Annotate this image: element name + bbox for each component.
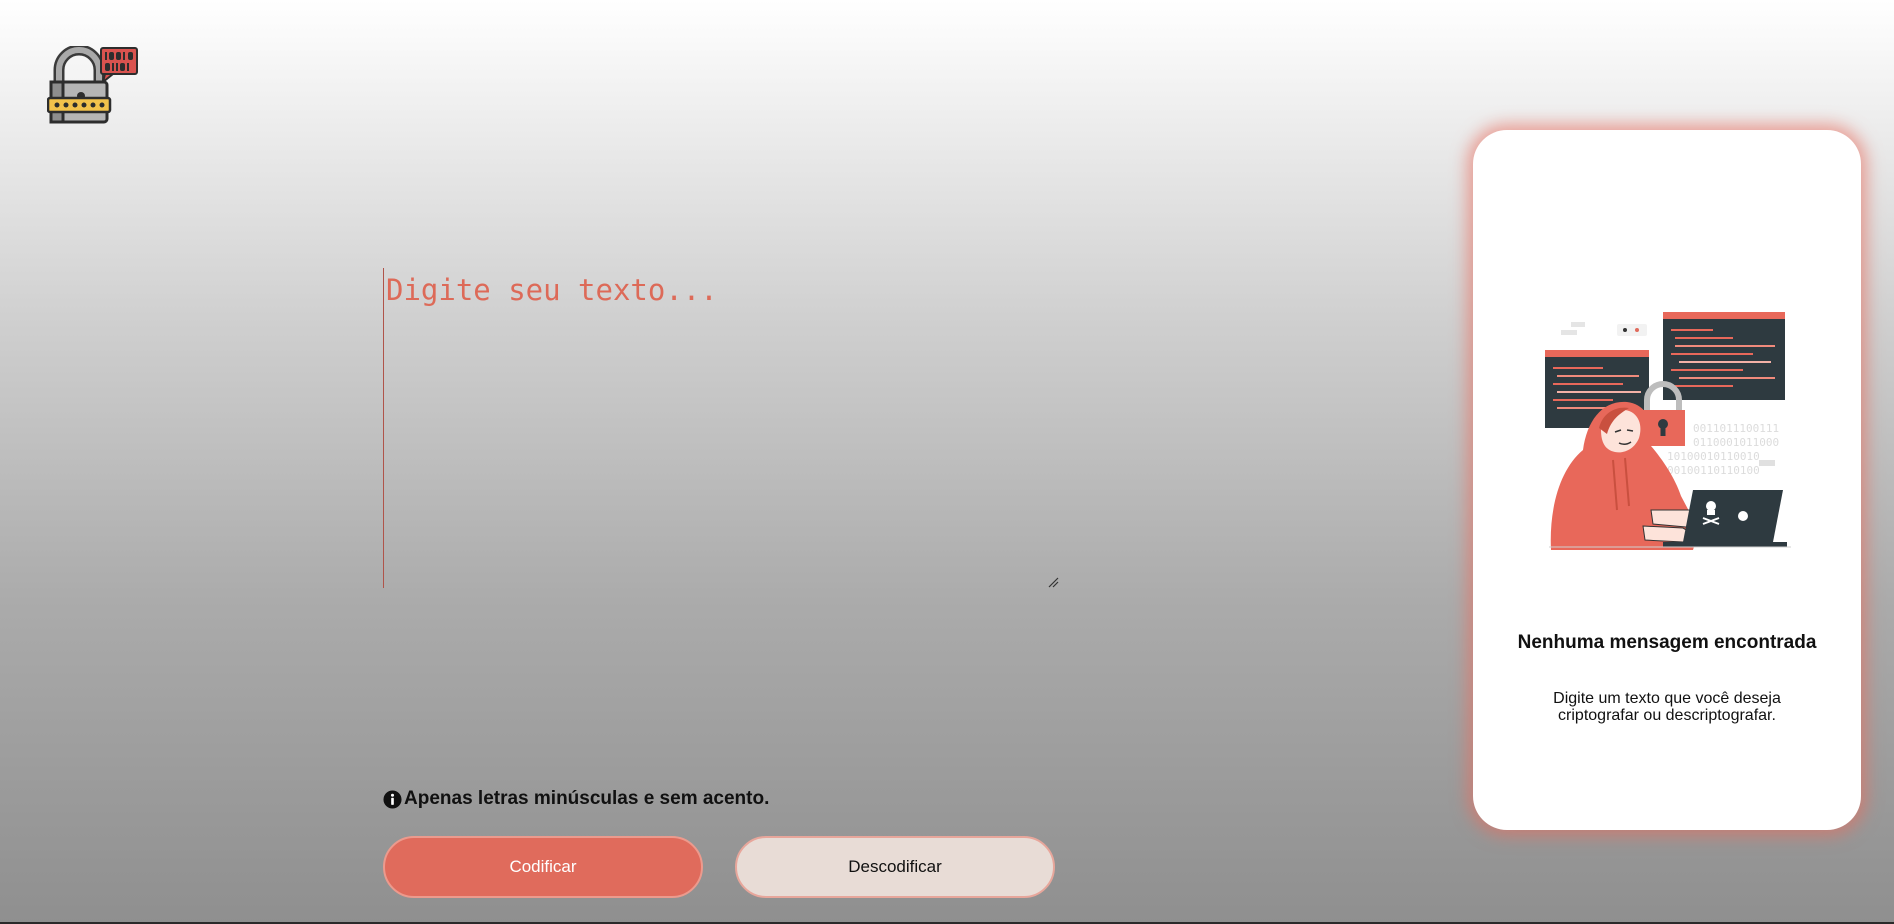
svg-text:00100110110100: 00100110110100 <box>1667 464 1760 477</box>
hacker-with-lock-illustration: 0011011100111 0110001011000 101000101100… <box>1545 312 1791 550</box>
resize-handle-icon[interactable] <box>1045 574 1059 588</box>
app-logo <box>46 44 143 126</box>
text-input-area <box>383 268 1063 588</box>
svg-text:0011011100111: 0011011100111 <box>1693 422 1779 435</box>
notice-text: Apenas letras minúsculas e sem acento. <box>404 788 770 809</box>
padlock-binary-icon <box>46 44 138 124</box>
decode-button-label: Descodificar <box>848 857 942 876</box>
decode-button[interactable]: Descodificar <box>735 836 1055 898</box>
output-panel: 0011011100111 0110001011000 101000101100… <box>1473 130 1861 830</box>
encode-button[interactable]: Codificar <box>383 836 703 898</box>
input-notice: Apenas letras minúsculas e sem acento. <box>383 788 769 810</box>
svg-text:10100010110010: 10100010110010 <box>1667 450 1760 463</box>
panel-message: Digite um texto que você deseja criptogr… <box>1553 690 1781 724</box>
info-icon <box>383 789 402 809</box>
message-input[interactable] <box>383 268 1063 588</box>
panel-title: Nenhuma mensagem encontrada <box>1517 632 1817 653</box>
encode-button-label: Codificar <box>509 857 577 876</box>
svg-text:0110001011000: 0110001011000 <box>1693 436 1779 449</box>
